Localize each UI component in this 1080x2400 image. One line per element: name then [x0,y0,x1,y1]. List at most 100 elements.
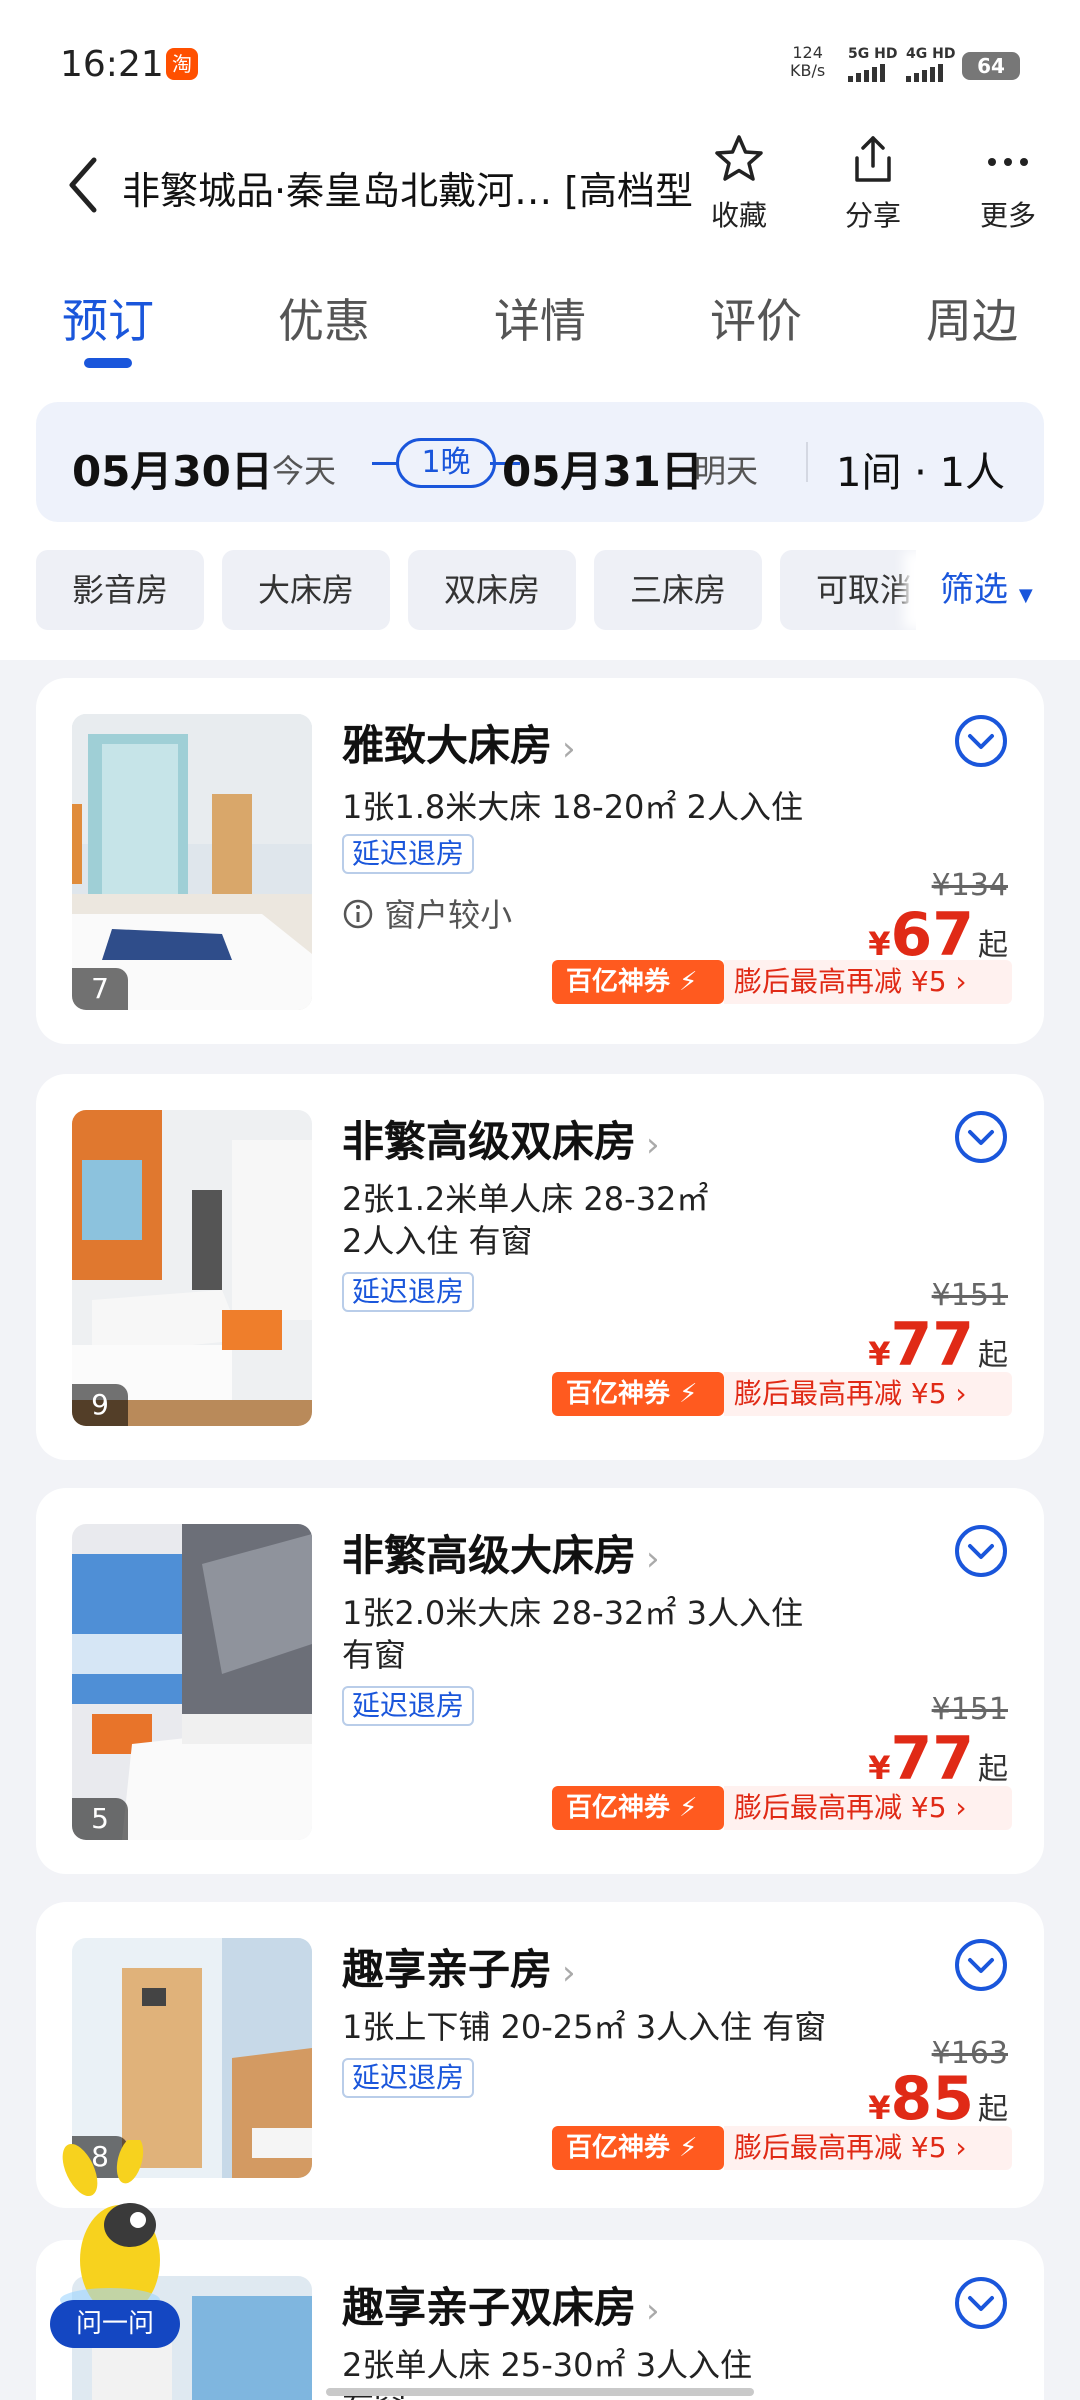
tab-nearby[interactable]: 周边 [902,285,1042,351]
room-name-text: 非繁高级大床房 [342,1531,637,1580]
room-name[interactable]: 非繁高级大床房 › [342,1522,660,1583]
price-currency: ¥ [868,925,891,963]
room-photo[interactable]: 5 [72,1524,312,1840]
coupon-promo[interactable]: 百亿神券 ⚡ 膨后最高再减 ¥5 › [552,960,1012,1004]
room-name-text: 非繁高级双床房 [342,1117,637,1166]
price-suffix: 起 [978,2092,1008,2127]
share-icon [855,136,891,182]
filter-chip-twin-bed[interactable]: 双床房 [408,550,576,630]
coupon-badge-text: 百亿神券 [566,967,671,997]
more-button[interactable]: 更多 [953,132,1063,234]
filter-chip-triple-bed[interactable]: 三床房 [594,550,762,630]
lightning-icon: ⚡ [670,2133,698,2163]
filter-button[interactable]: 筛选 ▼ [916,550,1080,630]
price-currency: ¥ [868,1749,891,1787]
coupon-promo[interactable]: 百亿神券 ⚡ 膨后最高再减 ¥5 › [552,2126,1012,2170]
chevron-right-icon: › [646,1539,660,1579]
share-button[interactable]: 分享 [818,132,928,234]
room-spec-extra: 有窗 [342,1636,407,1674]
coupon-text: 膨后最高再减 ¥5 › [724,1786,1012,1830]
room-name[interactable]: 趣享亲子房 › [342,1936,576,1997]
tab-book[interactable]: 预订 [38,285,178,351]
expand-chevron-icon[interactable] [954,1524,1008,1578]
coupon-badge: 百亿神券 ⚡ [552,960,724,1004]
coupon-text: 膨后最高再减 ¥5 › [724,960,1012,1004]
filter-chip-media-room[interactable]: 影音房 [36,550,204,630]
current-price: ¥77 起 [868,1724,1008,1794]
room-photo[interactable]: 9 [72,1110,312,1426]
checkout-date[interactable]: 05月31日 [502,438,703,499]
window-note-text: 窗户较小 [384,896,513,934]
price-value: 85 [890,2064,975,2134]
ask-assistant-button[interactable]: 问一问 [50,2300,180,2348]
tab-offers[interactable]: 优惠 [254,285,394,351]
room-photo-image [72,1110,312,1426]
chevron-right-icon: › [646,1125,660,1165]
room-name[interactable]: 雅致大床房 › [342,712,576,773]
top-panel: 16:21 淘 124 KB/s 5G HD 4G HD 64 非繁城品·秦皇岛… [0,0,1080,660]
expand-chevron-icon[interactable] [954,1938,1008,1992]
room-spec: 1张2.0米大床 28-32㎡ 3人入住 [342,1594,803,1632]
chevron-right-icon: › [646,2291,660,2331]
hotel-header: 非繁城品·秦皇岛北戴河… [高档型 收藏 分享 更多 [0,120,1080,250]
price-suffix: 起 [978,1752,1008,1787]
filter-chip-queen-bed[interactable]: 大床房 [222,550,390,630]
lightning-icon: ⚡ [670,1379,698,1409]
room-card[interactable]: 7 雅致大床房 › 1张1.8米大床 18-20㎡ 2人入住 延迟退房 窗户较小 … [36,678,1044,1044]
nights-indicator: 1晚 [372,438,520,488]
room-card[interactable]: 9 非繁高级双床房 › 2张1.2米单人床 28-32㎡ 2人入住 有窗 延迟退房… [36,1074,1044,1460]
more-dots-icon [988,158,1028,166]
room-photo[interactable]: 7 [72,714,312,1010]
late-checkout-tag: 延迟退房 [342,1272,475,1312]
favorite-label: 收藏 [710,199,767,232]
network-speed: 124 KB/s [790,44,825,80]
share-label: 分享 [844,199,901,232]
tab-reviews[interactable]: 评价 [686,285,826,351]
info-icon [343,899,373,929]
original-price: ¥151 [931,1278,1008,1313]
checkin-date[interactable]: 05月30日 [72,438,273,499]
coupon-badge: 百亿神券 ⚡ [552,1372,724,1416]
room-spec: 2张单人床 25-30㎡ 3人入住 [342,2346,753,2384]
chevron-right-icon: › [562,1953,576,1993]
taobao-app-icon: 淘 [166,48,198,80]
room-card[interactable]: 5 非繁高级大床房 › 1张2.0米大床 28-32㎡ 3人入住 有窗 延迟退房 … [36,1488,1044,1874]
room-name[interactable]: 非繁高级双床房 › [342,1108,660,1169]
late-checkout-tag: 延迟退房 [342,1686,475,1726]
price-currency: ¥ [868,2089,891,2127]
favorite-button[interactable]: 收藏 [684,132,794,234]
photo-count: 9 [72,1384,128,1426]
status-time: 16:21 [60,44,164,85]
coupon-promo[interactable]: 百亿神券 ⚡ 膨后最高再减 ¥5 › [552,1372,1012,1416]
expand-chevron-icon[interactable] [954,2276,1008,2330]
checkout-sub: 明天 [694,452,759,490]
back-arrow-icon[interactable] [60,150,110,220]
room-spec: 2张1.2米单人床 28-32㎡ [342,1180,709,1218]
late-checkout-tag: 延迟退房 [342,2058,475,2098]
price-suffix: 起 [978,928,1008,963]
rooms-guests-selector[interactable]: 1间 · 1人 [836,440,1005,498]
net-speed-unit: KB/s [790,61,826,80]
filter-chips: 影音房 大床房 双床房 三床房 可取消 筛选 ▼ [36,550,1080,630]
signal-4g-icon: 4G HD [906,46,955,82]
room-name-text: 雅致大床房 [342,721,553,770]
caret-down-icon: ▼ [1018,585,1033,606]
lightning-icon: ⚡ [670,967,698,997]
home-indicator[interactable] [326,2388,754,2396]
star-icon [715,135,763,181]
coupon-badge-text: 百亿神券 [566,2133,671,2163]
tab-details[interactable]: 详情 [470,285,610,351]
lightning-icon: ⚡ [670,1793,698,1823]
expand-chevron-icon[interactable] [954,1110,1008,1164]
original-price: ¥134 [931,868,1008,903]
expand-chevron-icon[interactable] [954,714,1008,768]
date-selector[interactable]: 05月30日 今天 1晚 05月31日 明天 1间 · 1人 [36,402,1044,522]
checkin-sub: 今天 [272,452,337,490]
photo-count: 7 [72,968,128,1010]
price-suffix: 起 [978,1338,1008,1373]
chevron-right-icon: › [562,729,576,769]
coupon-promo[interactable]: 百亿神券 ⚡ 膨后最高再减 ¥5 › [552,1786,1012,1830]
hotel-title[interactable]: 非繁城品·秦皇岛北戴河… [高档型 [122,160,692,215]
room-name[interactable]: 趣享亲子双床房 › [342,2274,660,2335]
filter-label: 筛选 [940,570,1008,610]
